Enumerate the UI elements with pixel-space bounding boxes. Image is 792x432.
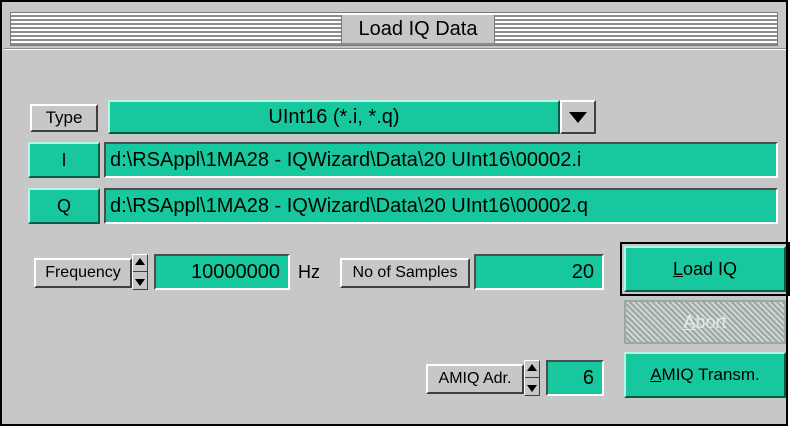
load-iq-accelerator: L <box>672 259 683 279</box>
load-iq-button[interactable]: Load IQ <box>624 246 786 292</box>
abort-label: bort <box>695 312 727 332</box>
amiq-transm-button[interactable]: AMIQ Transm. <box>624 352 786 398</box>
frequency-decrement[interactable] <box>133 272 147 289</box>
chevron-down-icon <box>569 112 587 123</box>
amiq-adr-label-button[interactable]: AMIQ Adr. <box>426 364 524 394</box>
title-bar: Load IQ Data <box>10 12 778 46</box>
arrow-up-icon <box>527 364 537 371</box>
amiq-adr-spinner[interactable] <box>524 360 540 396</box>
load-iq-label: oad IQ <box>682 259 738 279</box>
i-file-path-field[interactable]: d:\RSAppl\1MA28 - IQWizard\Data\20 UInt1… <box>104 142 778 178</box>
type-label-button[interactable]: Type <box>30 104 98 132</box>
arrow-up-icon <box>135 258 145 265</box>
title-separator <box>4 48 786 50</box>
q-file-button[interactable]: Q <box>28 188 100 224</box>
load-iq-data-window: Load IQ Data Type UInt16 (*.i, *.q) I d:… <box>0 0 790 426</box>
window-title: Load IQ Data <box>341 15 495 43</box>
amiq-transm-accelerator: A <box>650 365 662 384</box>
amiq-transm-label: MIQ Transm. <box>661 365 760 384</box>
abort-button[interactable]: Abort <box>624 300 786 344</box>
samples-input[interactable]: 20 <box>474 254 604 290</box>
arrow-down-icon <box>527 385 537 392</box>
abort-accelerator: A <box>683 312 696 332</box>
amiq-adr-input[interactable]: 6 <box>546 360 604 396</box>
type-select[interactable]: UInt16 (*.i, *.q) <box>108 100 560 134</box>
amiq-adr-decrement[interactable] <box>525 378 539 395</box>
frequency-spinner[interactable] <box>132 254 148 290</box>
frequency-increment[interactable] <box>133 255 147 272</box>
i-file-button[interactable]: I <box>28 142 100 178</box>
amiq-adr-increment[interactable] <box>525 361 539 378</box>
frequency-unit: Hz <box>298 262 320 282</box>
q-file-path-field[interactable]: d:\RSAppl\1MA28 - IQWizard\Data\20 UInt1… <box>104 188 778 224</box>
frequency-label-button[interactable]: Frequency <box>34 258 132 288</box>
type-dropdown-button[interactable] <box>560 100 596 134</box>
samples-label-button[interactable]: No of Samples <box>340 258 470 288</box>
arrow-down-icon <box>135 279 145 286</box>
frequency-input[interactable]: 10000000 <box>154 254 290 290</box>
